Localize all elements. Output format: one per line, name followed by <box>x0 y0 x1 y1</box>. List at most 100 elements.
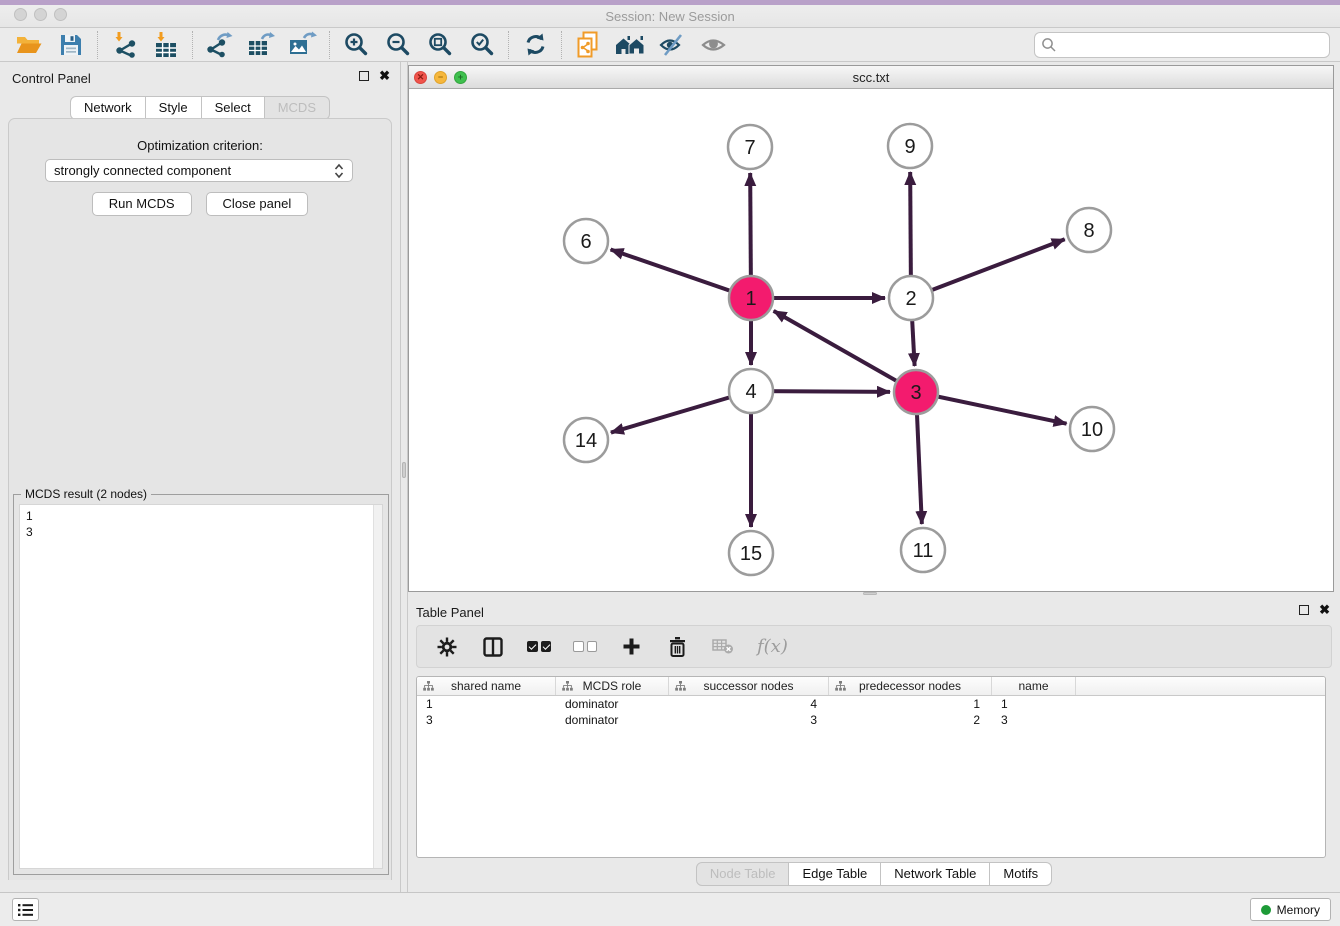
graph-node-label-14: 14 <box>575 430 597 452</box>
mcds-panel: Optimization criterion: strongly connect… <box>8 118 392 880</box>
result-scrollbar[interactable] <box>373 505 382 868</box>
settings-gear-icon[interactable] <box>435 635 459 659</box>
result-line: 1 <box>26 508 366 524</box>
task-history-button[interactable] <box>12 898 39 921</box>
column-header-label: predecessor nodes <box>859 679 961 693</box>
network-title: scc.txt <box>409 70 1333 85</box>
dropdown-stepper-icon <box>334 163 344 179</box>
float-panel-icon[interactable] <box>1299 605 1309 615</box>
table-row[interactable]: 3dominator323 <box>417 712 1325 728</box>
table-cell: dominator <box>556 713 669 727</box>
graph-node-label-15: 15 <box>740 543 762 565</box>
status-bar: Memory <box>0 892 1340 926</box>
graph-node-label-9: 9 <box>904 136 915 158</box>
column-header-name[interactable]: name <box>992 677 1076 695</box>
table-panel-title: Table Panel <box>416 605 484 620</box>
hide-selected-icon[interactable] <box>651 30 693 60</box>
table-cell: 3 <box>669 713 829 727</box>
node-table: shared nameMCDS rolesuccessor nodes prede… <box>416 676 1326 858</box>
column-header-label: name <box>1018 679 1048 693</box>
table-tab-node-table[interactable]: Node Table <box>696 862 790 886</box>
graph-node-label-6: 6 <box>580 231 591 253</box>
table-cell: 2 <box>829 713 992 727</box>
memory-label: Memory <box>1277 903 1320 917</box>
table-tab-network-table[interactable]: Network Table <box>881 862 990 886</box>
memory-status-icon <box>1261 905 1271 915</box>
tab-mcds[interactable]: MCDS <box>265 96 330 120</box>
table-cell: 3 <box>992 713 1076 727</box>
list-icon <box>17 903 34 917</box>
table-row[interactable]: 1dominator411 <box>417 696 1325 712</box>
column-header-predecessor-nodes[interactable]: predecessor nodes <box>829 677 992 695</box>
open-session-icon[interactable] <box>8 30 50 60</box>
control-panel-title: Control Panel <box>12 71 91 86</box>
tab-style[interactable]: Style <box>146 96 202 120</box>
show-all-icon[interactable] <box>693 30 735 60</box>
tab-network[interactable]: Network <box>70 96 146 120</box>
splitter-handle[interactable] <box>863 592 877 595</box>
table-tab-edge-table[interactable]: Edge Table <box>789 862 881 886</box>
select-all-checkboxes-icon[interactable] <box>527 635 551 659</box>
column-view-icon[interactable] <box>481 635 505 659</box>
graph-node-label-3: 3 <box>910 382 921 404</box>
add-column-icon[interactable] <box>619 635 643 659</box>
export-network-icon[interactable] <box>198 30 240 60</box>
network-window: ✕ − + scc.txt 7968124314101511 <box>408 65 1334 592</box>
session-title: Session: New Session <box>0 9 1340 24</box>
graph-node-label-10: 10 <box>1081 419 1103 441</box>
export-table-icon[interactable] <box>240 30 282 60</box>
column-header-shared-name[interactable]: shared name <box>417 677 556 695</box>
search-input[interactable] <box>1034 32 1330 58</box>
graph-node-label-1: 1 <box>745 288 756 310</box>
criterion-dropdown[interactable]: strongly connected component <box>45 159 353 182</box>
delete-column-icon[interactable] <box>665 635 689 659</box>
save-session-icon[interactable] <box>50 30 92 60</box>
function-builder-icon-disabled: f(x) <box>757 636 788 657</box>
app-titlebar: Session: New Session <box>0 0 1340 28</box>
mcds-result-textarea[interactable]: 13 <box>19 504 383 869</box>
table-header-row: shared nameMCDS rolesuccessor nodes prede… <box>417 677 1325 696</box>
network-graph: 7968124314101511 <box>409 89 1333 591</box>
table-cell: dominator <box>556 697 669 711</box>
splitter-handle[interactable] <box>402 462 406 478</box>
first-neighbors-icon[interactable] <box>609 30 651 60</box>
network-window-titlebar[interactable]: ✕ − + scc.txt <box>409 66 1333 89</box>
tab-select[interactable]: Select <box>202 96 265 120</box>
attribute-icon <box>423 681 434 691</box>
float-panel-icon[interactable] <box>359 71 369 81</box>
search-icon <box>1041 37 1057 53</box>
main-toolbar <box>0 28 1340 62</box>
column-header-successor-nodes[interactable]: successor nodes <box>669 677 829 695</box>
toolbar-separator <box>192 31 193 59</box>
zoom-fit-icon[interactable] <box>419 30 461 60</box>
run-mcds-button[interactable]: Run MCDS <box>92 192 192 216</box>
refresh-layout-icon[interactable] <box>514 30 556 60</box>
attribute-icon <box>675 681 686 691</box>
mcds-result-title: MCDS result (2 nodes) <box>21 487 151 501</box>
close-panel-icon[interactable]: ✖ <box>379 71 390 81</box>
clone-network-icon[interactable] <box>567 30 609 60</box>
close-panel-button[interactable]: Close panel <box>206 192 309 216</box>
column-header-MCDS-role[interactable]: MCDS role <box>556 677 669 695</box>
zoom-out-icon[interactable] <box>377 30 419 60</box>
result-line: 3 <box>26 524 366 540</box>
mcds-result-groupbox: MCDS result (2 nodes) 13 <box>13 494 389 875</box>
table-tabs: Node TableEdge TableNetwork TableMotifs <box>408 862 1340 886</box>
attribute-icon <box>835 681 846 691</box>
graph-edge-2-8[interactable] <box>911 239 1065 298</box>
table-tab-motifs[interactable]: Motifs <box>990 862 1052 886</box>
network-canvas[interactable]: 7968124314101511 <box>409 89 1333 591</box>
memory-button[interactable]: Memory <box>1250 898 1331 921</box>
import-network-icon[interactable] <box>103 30 145 60</box>
zoom-in-icon[interactable] <box>335 30 377 60</box>
export-image-icon[interactable] <box>282 30 324 60</box>
graph-edge-3-1[interactable] <box>774 311 916 392</box>
import-table-icon[interactable] <box>145 30 187 60</box>
zoom-selected-icon[interactable] <box>461 30 503 60</box>
deselect-all-checkboxes-icon[interactable] <box>573 635 597 659</box>
delete-table-icon-disabled <box>711 635 735 659</box>
vertical-splitter[interactable] <box>400 62 408 892</box>
graph-node-label-2: 2 <box>905 288 916 310</box>
close-panel-icon[interactable]: ✖ <box>1319 605 1330 615</box>
table-toolbar: f(x) <box>416 625 1332 668</box>
